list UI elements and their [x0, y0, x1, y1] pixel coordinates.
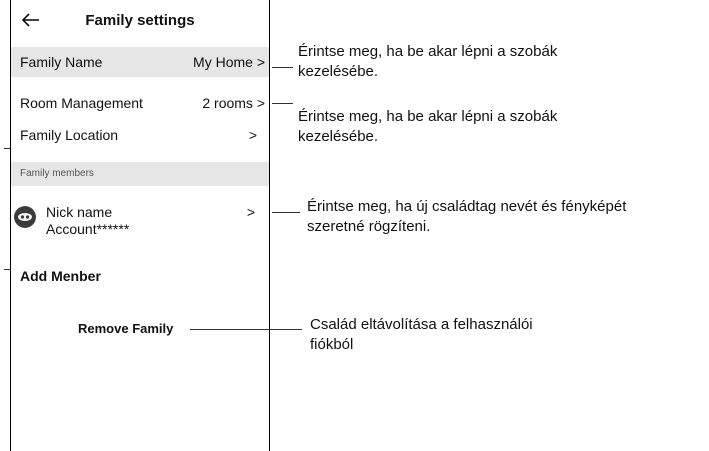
- screen: Family settings Family Name My Home > Ro…: [0, 0, 709, 451]
- annotation-line: Érintse meg, ha be akar lépni a szobák: [298, 108, 558, 125]
- family-location-chevron: >: [248, 127, 257, 143]
- annotation-line: kezelésébe.: [298, 128, 379, 145]
- room-management-value: 2 rooms >: [202, 95, 265, 111]
- annotation-line: kezelésébe.: [298, 63, 379, 80]
- remove-family-button[interactable]: Remove Family: [78, 321, 173, 336]
- family-members-section-header: Family members: [11, 162, 269, 186]
- left-tick-mark: [4, 269, 10, 270]
- family-location-row[interactable]: Family Location >: [11, 120, 269, 150]
- annotation-family-name: Érintse meg, ha be akar lépni a szobák k…: [298, 42, 557, 82]
- member-name: Nick name: [46, 204, 113, 220]
- annotation-room-management: Érintse meg, ha be akar lépni a szobák k…: [298, 107, 557, 147]
- family-name-value: My Home >: [193, 54, 265, 70]
- annotation-member: Érintse meg, ha új családtag nevét és fé…: [307, 197, 626, 237]
- leader-line-remove-family: [190, 329, 302, 330]
- annotation-line: Család eltávolítása a felhasználói: [310, 316, 533, 333]
- leader-line-family-name: [272, 67, 293, 68]
- family-name-row[interactable]: Family Name My Home >: [11, 47, 269, 77]
- page-title: Family settings: [85, 12, 195, 29]
- annotation-remove-family: Család eltávolítása a felhasználói fiókb…: [310, 315, 533, 355]
- leader-line-room-management: [272, 103, 293, 104]
- add-member-button[interactable]: Add Menber: [20, 268, 101, 284]
- annotation-line: Érintse meg, ha új családtag nevét és fé…: [307, 198, 627, 215]
- annotation-line: Érintse meg, ha be akar lépni a szobák: [298, 43, 558, 60]
- room-management-label: Room Management: [20, 95, 143, 111]
- phone-panel: Family settings Family Name My Home > Ro…: [10, 0, 270, 451]
- header-bar: Family settings: [11, 10, 269, 34]
- family-location-label: Family Location: [20, 127, 119, 143]
- annotation-line: szeretné rögzíteni.: [307, 218, 431, 235]
- family-member-row[interactable]: Nick name Account****** >: [11, 198, 269, 242]
- member-account: Account******: [46, 221, 130, 237]
- room-management-row[interactable]: Room Management 2 rooms >: [11, 88, 269, 118]
- leader-line-member: [272, 212, 300, 213]
- member-chevron-icon: >: [246, 204, 255, 220]
- annotation-line: fiókból: [310, 336, 354, 353]
- left-tick-mark: [4, 148, 10, 149]
- family-name-label: Family Name: [20, 54, 103, 70]
- family-members-title: Family members: [20, 168, 94, 179]
- avatar: [14, 206, 36, 228]
